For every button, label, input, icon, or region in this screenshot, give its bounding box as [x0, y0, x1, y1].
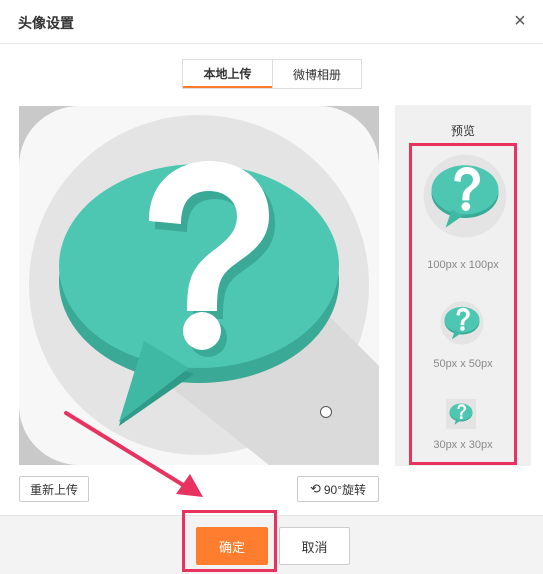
reupload-button[interactable]: 重新上传: [19, 476, 89, 502]
tab-local-upload[interactable]: 本地上传: [183, 60, 272, 88]
dialog-titlebar: 头像设置 ×: [0, 0, 543, 44]
close-icon[interactable]: ×: [509, 10, 531, 32]
avatar-settings-dialog: 头像设置 × 本地上传 微博相册 预览 100px x 100px 50px x…: [0, 0, 543, 574]
crop-area[interactable]: [19, 106, 379, 465]
confirm-button[interactable]: 确定: [196, 527, 268, 565]
preview-title: 预览: [450, 124, 475, 138]
tab-weibo-album[interactable]: 微博相册: [272, 60, 361, 88]
dialog-footer: [0, 515, 543, 574]
rotate-label: 90°旋转: [323, 482, 367, 497]
rotate-button[interactable]: ⟲ 90°旋转: [297, 476, 379, 502]
crop-resize-handle[interactable]: [320, 406, 332, 418]
cancel-button[interactable]: 取消: [279, 527, 350, 565]
preview-highlight-box: [409, 143, 517, 465]
rotate-icon: ⟲: [309, 481, 321, 496]
upload-source-tabs: 本地上传 微博相册: [182, 59, 362, 89]
dialog-title: 头像设置: [18, 15, 74, 31]
